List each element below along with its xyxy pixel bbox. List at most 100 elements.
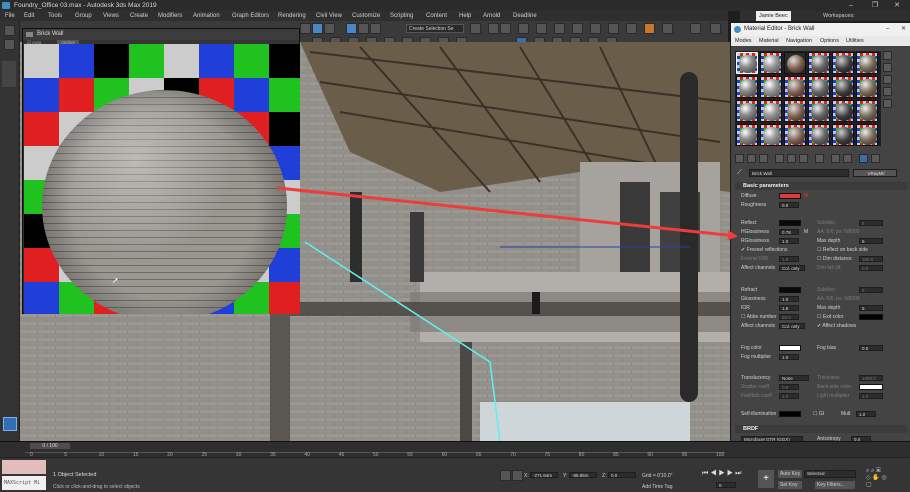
scene-explorer-icon[interactable] [518, 23, 529, 34]
scatter-coeff-value[interactable]: 0.0 [779, 384, 799, 390]
backlight-icon[interactable] [883, 63, 892, 72]
affect-shadows-checkbox[interactable]: ✔ Affect shadows [817, 323, 856, 329]
refract-max-depth-value[interactable]: 5 [859, 305, 883, 311]
sample-slot[interactable] [784, 124, 806, 146]
prev-frame-icon[interactable]: ◀ [710, 470, 718, 477]
glossiness-value[interactable]: 1.0 [779, 296, 799, 302]
put-to-scene-icon[interactable] [747, 154, 756, 163]
render-frame-icon[interactable] [608, 23, 619, 34]
menu-help[interactable]: Help [459, 11, 471, 21]
fog-multiplier-value[interactable]: 1.0 [779, 354, 799, 360]
me-menu-modes[interactable]: Modes [735, 36, 752, 46]
sample-slot[interactable] [808, 100, 830, 122]
sample-slot[interactable] [832, 100, 854, 122]
exit-color-swatch[interactable] [859, 314, 883, 320]
pick-material-icon[interactable]: ⟋ [737, 169, 742, 177]
refract-subdivs-value[interactable]: 8 [859, 287, 883, 293]
menu-rendering[interactable]: Rendering [278, 11, 306, 21]
render-icon[interactable] [626, 23, 637, 34]
menu-deadline[interactable]: Deadline [513, 11, 537, 21]
reflect-back-checkbox[interactable]: ☐ Reflect on back side [817, 247, 868, 253]
menu-arnold[interactable]: Arnold [483, 11, 500, 21]
menu-group[interactable]: Group [75, 11, 92, 21]
lock-selection-icon[interactable] [500, 470, 511, 481]
show-end-result-icon[interactable] [843, 154, 852, 163]
material-preview-window[interactable]: Brick Wall ☑ Auto Update ➚ [22, 28, 300, 314]
hglossiness-map-button[interactable]: M [804, 229, 808, 235]
sample-slot[interactable] [760, 124, 782, 146]
select-object-icon[interactable] [312, 23, 323, 34]
material-type-button[interactable]: VRayMtl [853, 169, 897, 177]
set-key-icon[interactable]: + [758, 470, 774, 488]
me-close-button[interactable]: ✕ [901, 23, 906, 36]
menu-graph-editors[interactable]: Graph Editors [232, 11, 269, 21]
pan-icon[interactable]: ✋ [872, 475, 879, 481]
play-icon[interactable]: ▶ [719, 470, 727, 477]
material-id-icon[interactable] [815, 154, 824, 163]
absolute-mode-icon[interactable] [512, 470, 523, 481]
translucency-dropdown[interactable]: None [779, 375, 809, 381]
redo-icon[interactable] [4, 39, 15, 50]
sample-slot[interactable] [736, 100, 758, 122]
uv-tiling-icon[interactable] [883, 87, 892, 96]
sample-slot[interactable] [736, 124, 758, 146]
diffuse-color-swatch[interactable] [779, 193, 801, 199]
fresnel-checkbox[interactable]: ✔ Fresnel reflections [741, 247, 787, 253]
abbe-value[interactable]: 50.0 [779, 314, 799, 320]
video-check-icon[interactable] [883, 99, 892, 108]
refract-affect-channels-dropdown[interactable]: Col. only [779, 323, 805, 329]
close-button[interactable]: ✕ [886, 0, 908, 11]
sample-slot[interactable] [736, 52, 758, 74]
orbit-icon[interactable]: ◎ [881, 475, 886, 481]
max-depth-value[interactable]: 5 [859, 238, 883, 244]
ior-value[interactable]: 1.6 [779, 305, 799, 311]
sample-slot[interactable] [832, 52, 854, 74]
me-menu-navigation[interactable]: Navigation [786, 36, 812, 46]
sample-slot[interactable] [784, 52, 806, 74]
menu-customize[interactable]: Customize [352, 11, 380, 21]
me-menu-material[interactable]: Material [759, 36, 779, 46]
add-time-tag[interactable]: Add Time Tag [642, 484, 672, 490]
vray-fb-icon[interactable] [662, 23, 673, 34]
exit-color-checkbox[interactable]: ☐ Exit color [817, 314, 843, 320]
zoom-all-icon[interactable]: ⌕ [871, 468, 874, 474]
goto-end-icon[interactable]: ⏭ [735, 470, 743, 477]
curve-editor-icon[interactable] [536, 23, 547, 34]
sample-slot[interactable] [808, 52, 830, 74]
menu-create[interactable]: Create [130, 11, 148, 21]
light-multiplier-value[interactable]: 1.0 [859, 393, 883, 399]
fog-color-swatch[interactable] [779, 345, 801, 351]
show-shaded-icon[interactable] [831, 154, 840, 163]
thickness-value[interactable]: 1000.0 [859, 375, 883, 381]
user-name[interactable]: Jamie Beec [756, 11, 791, 21]
sample-slot[interactable] [808, 124, 830, 146]
menu-animation[interactable]: Animation [193, 11, 220, 21]
back-side-color-swatch[interactable] [859, 384, 883, 390]
current-frame[interactable]: 0 [716, 482, 736, 488]
subdivs-value[interactable]: 8 [859, 220, 883, 226]
arnold-icon[interactable] [690, 23, 701, 34]
move-icon[interactable] [346, 23, 357, 34]
mult-value[interactable]: 1.0 [856, 411, 876, 417]
me-minimize-button[interactable]: – [886, 23, 889, 36]
me-menu-utilities[interactable]: Utilities [846, 36, 864, 46]
undo-icon[interactable] [4, 25, 15, 36]
assign-to-selection-icon[interactable] [759, 154, 768, 163]
link-icon[interactable] [300, 23, 311, 34]
sample-slot[interactable] [736, 76, 758, 98]
sample-slot[interactable] [784, 100, 806, 122]
y-coordinate[interactable]: -85.85m [569, 472, 597, 478]
rglossiness-value[interactable]: 1.0 [779, 238, 799, 244]
menu-civil-view[interactable]: Civil View [316, 11, 342, 21]
viewport-layout-tab[interactable] [2, 61, 16, 87]
sample-slot[interactable] [760, 76, 782, 98]
go-forward-icon[interactable] [871, 154, 880, 163]
sample-slot[interactable] [856, 100, 878, 122]
gi-checkbox[interactable]: ☐ GI [813, 411, 824, 417]
vray-icon[interactable] [644, 23, 655, 34]
hglossiness-value[interactable]: 0.78 [779, 229, 799, 235]
restore-button[interactable]: ❐ [864, 0, 886, 11]
menu-views[interactable]: Views [103, 11, 119, 21]
mirror-icon[interactable] [488, 23, 499, 34]
dim-falloff-value[interactable]: 0.0 [859, 265, 883, 271]
